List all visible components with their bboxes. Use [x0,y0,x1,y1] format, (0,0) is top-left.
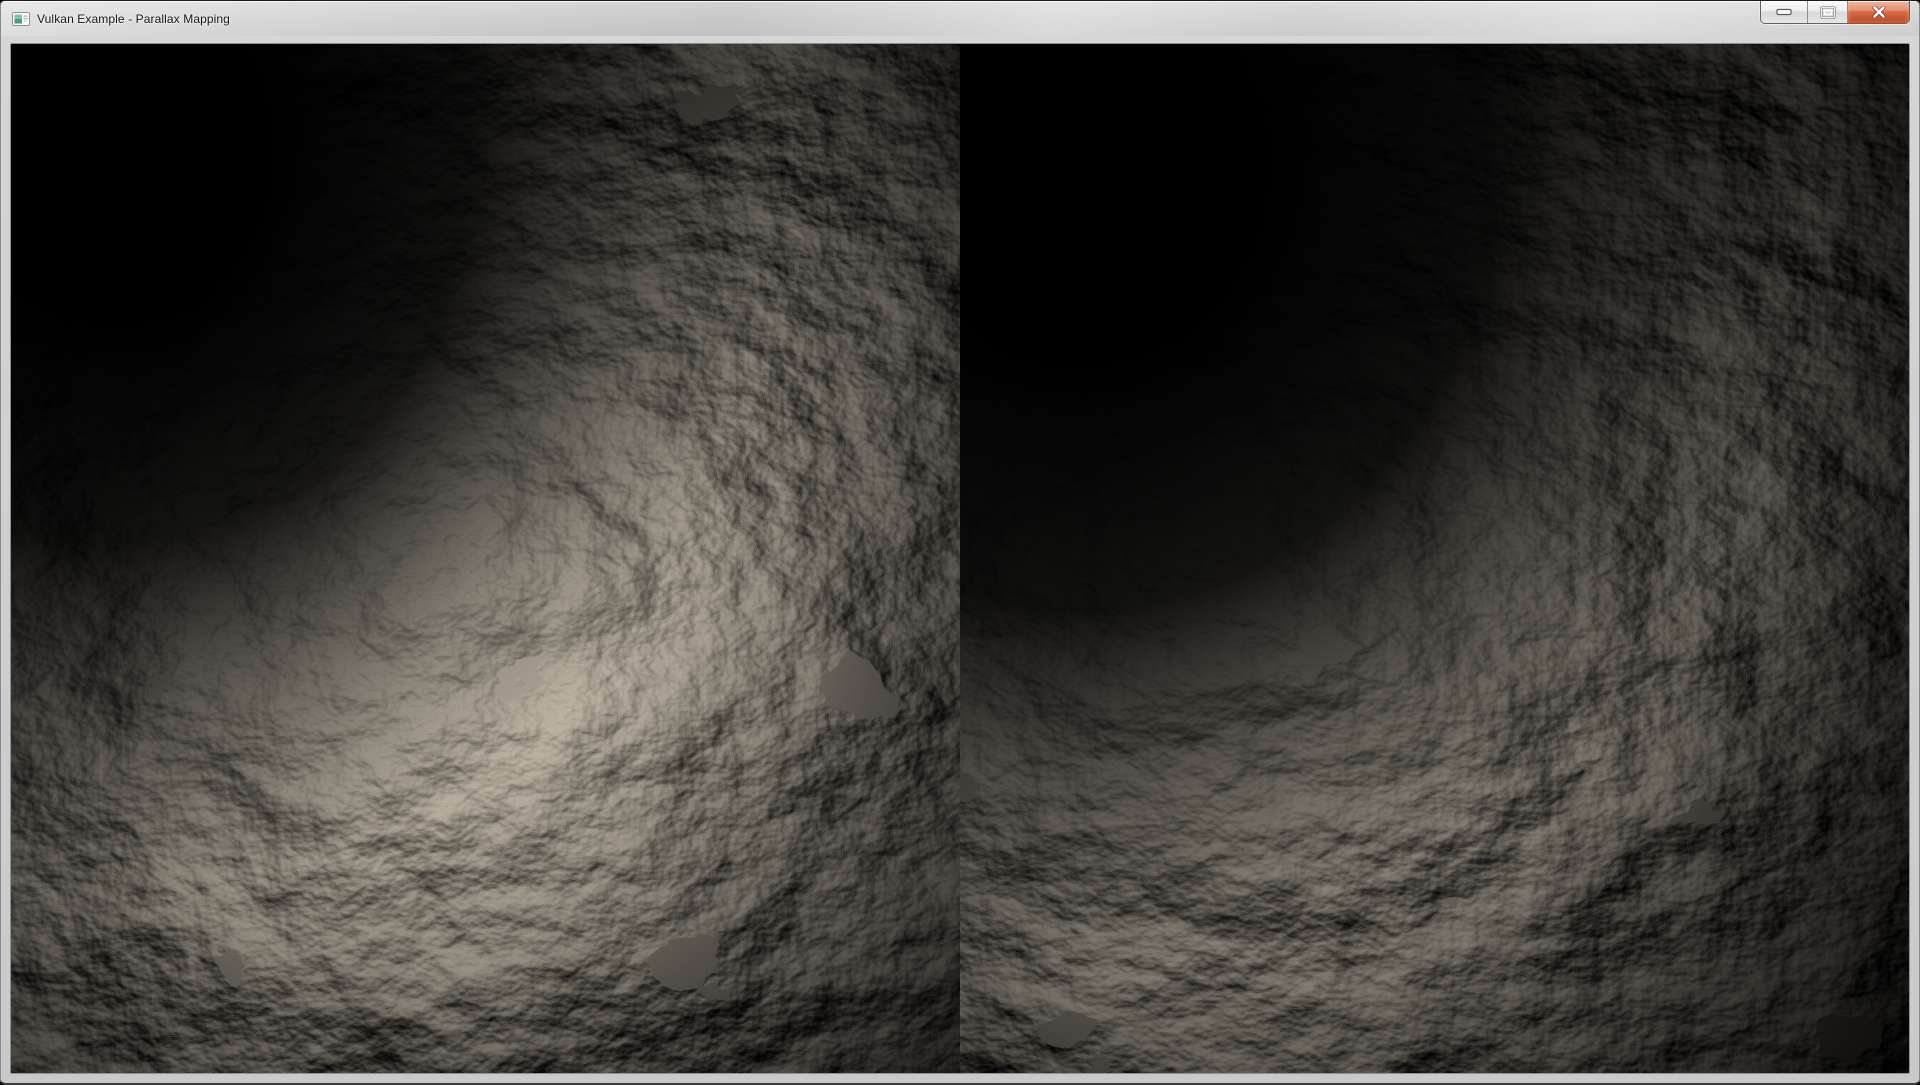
minimize-button[interactable] [1761,1,1807,23]
rock-render-right [960,44,1909,1073]
window-controls [1760,1,1910,24]
render-area [11,44,1909,1073]
close-icon [1872,6,1886,18]
titlebar[interactable]: Vulkan Example - Parallax Mapping [1,1,1919,36]
close-button[interactable] [1847,1,1909,23]
maximize-button[interactable] [1807,1,1847,23]
app-window: Vulkan Example - Parallax Mapping [0,0,1920,1085]
minimize-icon [1776,8,1792,16]
viewport-right[interactable] [960,44,1909,1073]
app-icon[interactable] [12,11,30,27]
window-title: Vulkan Example - Parallax Mapping [37,12,230,26]
rock-render-left [11,44,960,1073]
maximize-icon [1820,6,1836,19]
viewport-left[interactable] [11,44,960,1073]
window-frame [1,36,1919,1083]
